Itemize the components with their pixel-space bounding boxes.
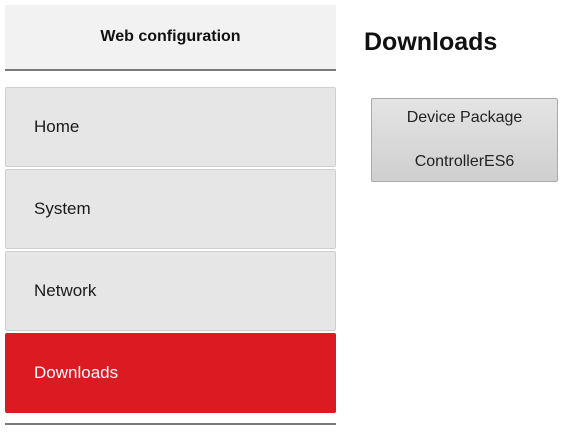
- download-button-line-1: Device Package: [406, 109, 523, 126]
- page-title: Downloads: [364, 28, 498, 56]
- sidebar-bottom-divider: [5, 423, 336, 425]
- device-package-download-button[interactable]: Device Package ControllerES6: [371, 98, 558, 182]
- sidebar-item-home[interactable]: Home: [5, 87, 336, 167]
- page: Web configuration Home System Network Do…: [0, 0, 562, 432]
- sidebar: Web configuration Home System Network Do…: [5, 5, 336, 425]
- sidebar-item-downloads[interactable]: Downloads: [5, 333, 336, 413]
- sidebar-item-system[interactable]: System: [5, 169, 336, 249]
- sidebar-title: Web configuration: [5, 5, 336, 71]
- sidebar-nav: Home System Network Downloads: [5, 87, 336, 413]
- sidebar-item-network[interactable]: Network: [5, 251, 336, 331]
- download-button-line-2: ControllerES6: [414, 153, 515, 170]
